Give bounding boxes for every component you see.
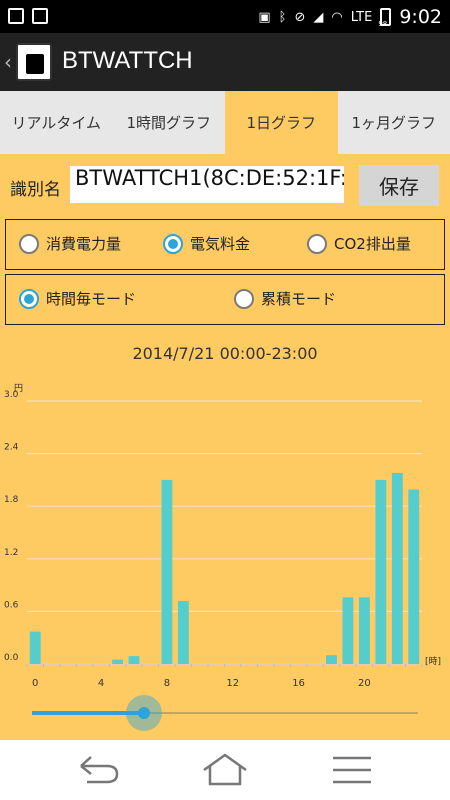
device-name-input[interactable]: BTWATTCH1(8C:DE:52:1F:A xyxy=(70,166,344,203)
tab-month-graph[interactable]: 1ヶ月グラフ xyxy=(338,91,450,154)
bar-hour-9 xyxy=(177,600,189,664)
chart-canvas: 0.00.61.21.82.43.0円0 4 8 12 16 20[時] xyxy=(4,383,441,689)
radio-button-icon[interactable] xyxy=(19,233,39,254)
id-row: 識別名 BTWATTCH1(8C:DE:52:1F:A 保存 xyxy=(0,163,450,207)
save-button[interactable]: 保存 xyxy=(359,165,439,206)
bar-hour-20 xyxy=(358,597,370,664)
y-tick-label: 1.2 xyxy=(4,548,18,558)
daily-bar-chart: 0.0 0.6 1.2 1.8 2.4 3.0 円 0 4 8 12 16 20 [時] xyxy=(0,378,450,698)
status-bar: ▣ ᛒ ⊘ ◢ ◠ LTE 98 9:02 xyxy=(0,0,450,33)
x-tick-label: 0 xyxy=(32,678,38,689)
bar-hour-8 xyxy=(161,479,173,664)
radio-label: CO2排出量 xyxy=(334,235,411,253)
slider-thumb[interactable] xyxy=(137,707,150,719)
x-tick-label: 16 xyxy=(292,678,305,689)
id-label: 識別名 xyxy=(10,180,61,200)
network-type: LTE xyxy=(350,9,373,25)
home-icon[interactable] xyxy=(200,752,250,788)
app-bar: ‹ BTWATTCH xyxy=(0,33,450,91)
tab-hour-graph[interactable]: 1時間グラフ xyxy=(113,91,226,154)
up-chevron-icon[interactable]: ‹ xyxy=(4,50,12,74)
clock: 9:02 xyxy=(399,6,442,28)
battery-icon: 98 xyxy=(378,8,392,28)
bar-hour-18 xyxy=(326,655,337,664)
mode-radio-group: 時間毎モード 累積モード xyxy=(5,274,445,325)
signal-icon: ◢ xyxy=(313,9,324,25)
y-tick-label: 1.8 xyxy=(4,495,19,505)
nfc-icon: ⊘ xyxy=(294,9,306,25)
y-tick-label: 0.0 xyxy=(4,653,19,663)
x-tick-label: 4 xyxy=(98,678,104,689)
y-axis-unit-label: 円 xyxy=(14,383,23,394)
radio-power-usage[interactable]: 消費電力量 xyxy=(19,233,121,254)
bar-hour-21 xyxy=(375,479,387,664)
notification-icons xyxy=(8,8,48,24)
system-icons: ▣ ᛒ ⊘ ◢ ◠ LTE 98 9:02 xyxy=(258,6,442,28)
measure-radio-group: 消費電力量 電気料金 CO2排出量 xyxy=(5,219,445,270)
bar-hour-5 xyxy=(112,659,123,664)
radio-button-icon[interactable] xyxy=(234,288,254,309)
bar-hour-19 xyxy=(342,597,354,664)
radio-button-selected-icon[interactable] xyxy=(163,233,183,254)
radio-cumulative-mode[interactable]: 累積モード xyxy=(234,288,336,309)
x-axis-unit-label: [時] xyxy=(425,656,441,667)
radio-button-selected-icon[interactable] xyxy=(19,288,39,309)
radio-button-icon[interactable] xyxy=(307,233,327,254)
bar-hour-22 xyxy=(391,472,403,664)
tab-realtime[interactable]: リアルタイム xyxy=(0,91,113,154)
battery-level: 98 xyxy=(378,20,388,28)
radio-co2-emission[interactable]: CO2排出量 xyxy=(307,233,411,254)
app-logo-icon[interactable] xyxy=(16,43,52,81)
x-tick-label: 20 xyxy=(358,678,371,689)
radio-label: 消費電力量 xyxy=(46,235,122,253)
bar-hour-0 xyxy=(29,631,41,664)
back-icon[interactable] xyxy=(73,752,123,788)
bar-hour-23 xyxy=(408,489,420,664)
menu-icon[interactable] xyxy=(327,752,377,788)
radio-hourly-mode[interactable]: 時間毎モード xyxy=(19,288,136,309)
navigation-bar xyxy=(0,740,450,800)
time-slider[interactable] xyxy=(32,695,418,731)
x-tick-label: 12 xyxy=(226,678,239,689)
radio-label: 累積モード xyxy=(261,290,337,308)
radio-label: 時間毎モード xyxy=(46,290,137,308)
radio-electricity-cost[interactable]: 電気料金 xyxy=(163,233,250,254)
app-title: BTWATTCH xyxy=(62,47,193,74)
wifi-icon: ◠ xyxy=(331,9,343,25)
y-tick-label: 2.4 xyxy=(4,443,19,453)
x-tick-label: 8 xyxy=(164,678,170,689)
store-icon xyxy=(32,8,48,24)
chart-title: 2014/7/21 00:00-23:00 xyxy=(132,344,318,363)
bar-hour-6 xyxy=(128,656,140,664)
gallery-icon xyxy=(8,8,24,24)
y-tick-label: 0.6 xyxy=(4,600,19,610)
tab-bar: リアルタイム 1時間グラフ 1日グラフ 1ヶ月グラフ xyxy=(0,91,450,154)
tab-day-graph[interactable]: 1日グラフ xyxy=(225,91,338,154)
radio-label: 電気料金 xyxy=(190,235,251,253)
bluetooth-icon: ᛒ xyxy=(278,9,287,25)
vibrate-icon: ▣ xyxy=(258,9,271,25)
